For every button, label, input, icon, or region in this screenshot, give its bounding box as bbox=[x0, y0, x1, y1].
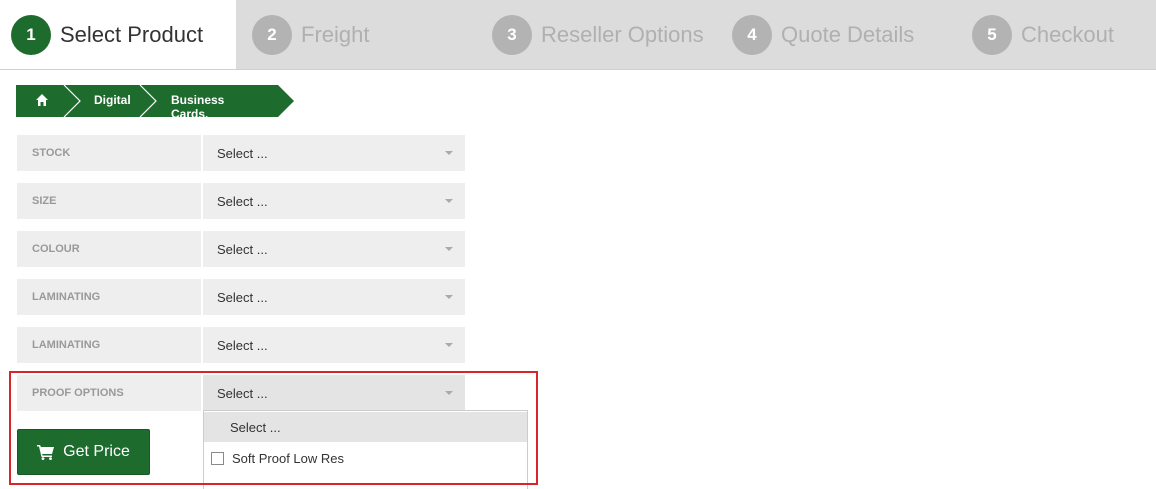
step-number: 1 bbox=[11, 14, 51, 55]
chevron-down-icon bbox=[445, 247, 453, 251]
laminating-label: LAMINATING bbox=[17, 279, 201, 315]
step-checkout[interactable]: 5 Checkout bbox=[972, 0, 1114, 69]
laminating-label: LAMINATING bbox=[17, 327, 201, 363]
select-value: Select ... bbox=[217, 289, 268, 305]
wizard-steps: 1 Select Product 2 Freight 3 Reseller Op… bbox=[0, 0, 1156, 70]
chevron-down-icon bbox=[445, 199, 453, 203]
step-label: Quote Details bbox=[781, 21, 915, 47]
select-value: Select ... bbox=[217, 337, 268, 353]
step-label: Select Product bbox=[60, 21, 204, 47]
size-select[interactable]: Select ... bbox=[203, 183, 465, 219]
laminating-select[interactable]: Select ... bbox=[203, 279, 465, 315]
colour-label: COLOUR bbox=[17, 231, 201, 267]
chevron-down-icon bbox=[445, 295, 453, 299]
step-number: 5 bbox=[972, 14, 1012, 55]
highlight-box bbox=[9, 371, 538, 485]
select-value: Select ... bbox=[217, 193, 268, 209]
step-reseller-options[interactable]: 3 Reseller Options bbox=[492, 0, 704, 69]
breadcrumb-item-digital[interactable]: Digital bbox=[94, 93, 131, 107]
step-label: Reseller Options bbox=[541, 21, 704, 47]
size-label: SIZE bbox=[17, 183, 201, 219]
stock-label: STOCK bbox=[17, 135, 201, 171]
step-number: 2 bbox=[252, 14, 292, 55]
chevron-down-icon bbox=[445, 151, 453, 155]
step-label: Checkout bbox=[1021, 21, 1114, 47]
step-quote-details[interactable]: 4 Quote Details bbox=[732, 0, 914, 69]
stock-select[interactable]: Select ... bbox=[203, 135, 465, 171]
step-number: 4 bbox=[732, 14, 772, 55]
breadcrumb-background bbox=[16, 85, 294, 117]
breadcrumb-item-business-cards[interactable]: Business Cards. bbox=[171, 93, 224, 121]
colour-select[interactable]: Select ... bbox=[203, 231, 465, 267]
step-freight[interactable]: 2 Freight bbox=[252, 0, 369, 69]
select-value: Select ... bbox=[217, 145, 268, 161]
select-value: Select ... bbox=[217, 241, 268, 257]
chevron-down-icon bbox=[445, 343, 453, 347]
laminating-select-2[interactable]: Select ... bbox=[203, 327, 465, 363]
step-label: Freight bbox=[301, 21, 370, 47]
step-number: 3 bbox=[492, 14, 532, 55]
step-select-product[interactable]: 1 Select Product bbox=[0, 0, 236, 69]
